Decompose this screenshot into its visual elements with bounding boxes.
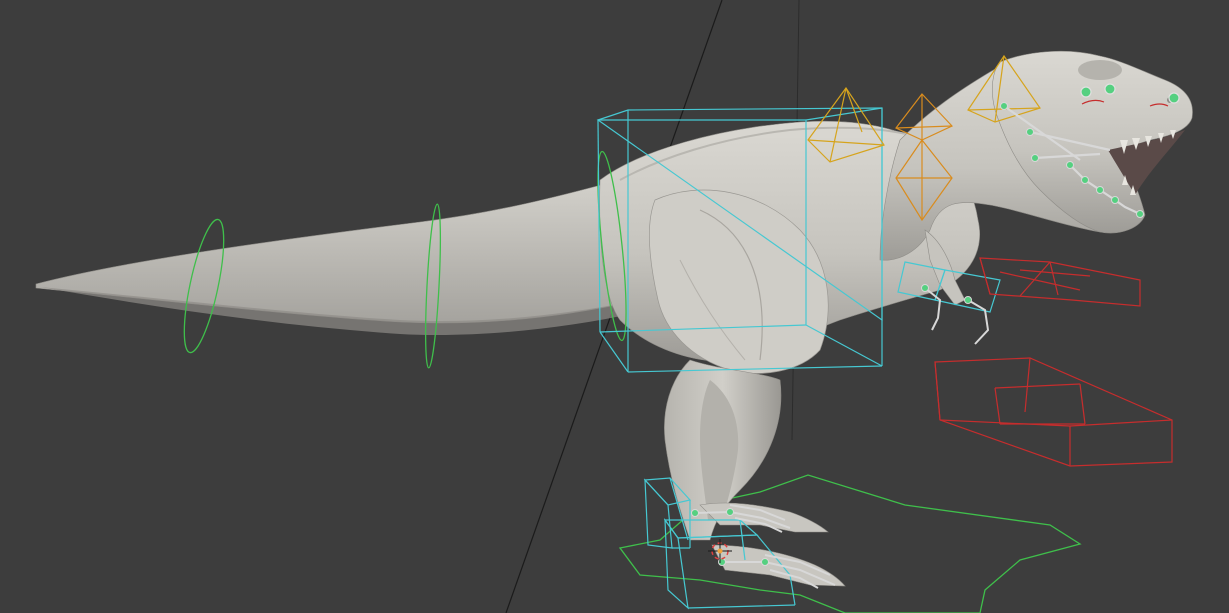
trex-foot[interactable] bbox=[699, 502, 829, 533]
3d-viewport[interactable] bbox=[0, 0, 1229, 613]
trex-tail[interactable] bbox=[35, 179, 641, 324]
ik-control-box[interactable] bbox=[979, 257, 1141, 307]
scene-canvas[interactable] bbox=[0, 0, 1229, 613]
ik-control-box[interactable] bbox=[934, 357, 1173, 467]
trex-brow bbox=[1078, 60, 1122, 80]
